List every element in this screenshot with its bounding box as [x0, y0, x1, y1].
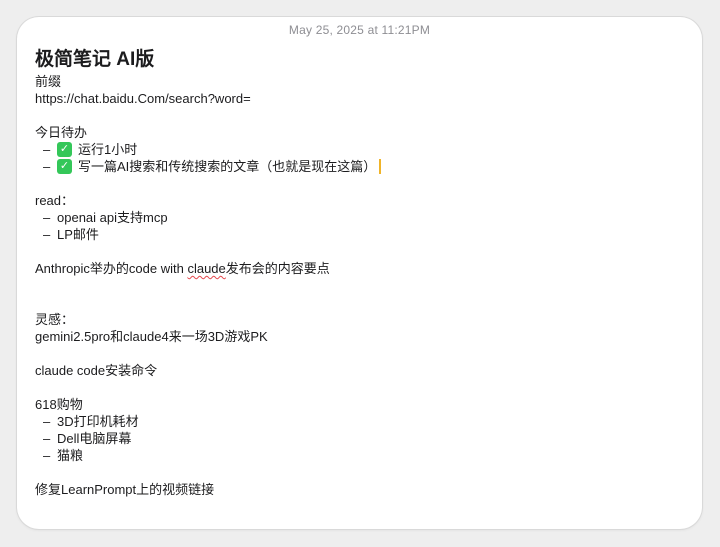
shopping-heading[interactable]: 618购物 — [35, 396, 684, 413]
list-item[interactable]: – 猫粮 — [35, 447, 684, 464]
dash-bullet: – — [43, 210, 51, 225]
notes-window: May 25, 2025 at 11:21PM 极简笔记 AI版 前缀 http… — [17, 17, 702, 529]
check-icon[interactable]: ✓ — [57, 142, 72, 157]
list-item[interactable]: – Dell电脑屏幕 — [35, 430, 684, 447]
anthropic-text-before: Anthropic举办的code with — [35, 261, 188, 276]
dash-bullet: – — [43, 227, 51, 242]
claude-code-line[interactable]: claude code安装命令 — [35, 362, 684, 379]
dash-bullet: – — [43, 448, 51, 463]
todo-item-text: 运行1小时 — [78, 142, 138, 157]
shopping-item-text: Dell电脑屏幕 — [57, 431, 132, 446]
inspiration-text[interactable]: gemini2.5pro和claude4来一场3D游戏PK — [35, 328, 684, 345]
note-timestamp: May 25, 2025 at 11:21PM — [288, 23, 431, 37]
anthropic-line[interactable]: Anthropic举办的code with claude发布会的内容要点 — [35, 260, 684, 277]
read-item-text: LP邮件 — [57, 227, 99, 242]
list-item[interactable]: – LP邮件 — [35, 226, 684, 243]
anthropic-text-after: 发布会的内容要点 — [225, 261, 330, 276]
inspiration-heading[interactable]: 灵感： — [35, 311, 684, 328]
note-title[interactable]: 极简笔记 AI版 — [35, 47, 684, 73]
list-item[interactable]: – 3D打印机耗材 — [35, 413, 684, 430]
list-item[interactable]: – ✓ 运行1小时 — [35, 141, 684, 158]
shopping-item-text: 猫粮 — [57, 448, 84, 463]
todo-heading[interactable]: 今日待办 — [35, 124, 684, 141]
dash-bullet: – — [43, 431, 51, 446]
misspelled-word[interactable]: claude — [187, 261, 225, 276]
prefix-label[interactable]: 前缀 — [35, 73, 684, 90]
list-item[interactable]: – ✓ 写一篇AI搜索和传统搜索的文章（也就是现在这篇） — [35, 158, 684, 175]
read-item-text: openai api支持mcp — [57, 210, 168, 225]
fix-line[interactable]: 修复LearnPrompt上的视频链接 — [35, 481, 684, 498]
dash-bullet: – — [43, 159, 51, 174]
shopping-item-text: 3D打印机耗材 — [57, 414, 139, 429]
text-cursor — [379, 159, 382, 174]
prefix-url[interactable]: https://chat.baidu.Com/search?word= — [35, 90, 684, 107]
note-body[interactable]: 极简笔记 AI版 前缀 https://chat.baidu.Com/searc… — [35, 47, 684, 498]
check-icon[interactable]: ✓ — [57, 159, 72, 174]
todo-item-text: 写一篇AI搜索和传统搜索的文章（也就是现在这篇） — [78, 159, 377, 174]
dash-bullet: – — [43, 142, 51, 157]
dash-bullet: – — [43, 414, 51, 429]
read-heading[interactable]: read： — [35, 192, 684, 209]
list-item[interactable]: – openai api支持mcp — [35, 209, 684, 226]
